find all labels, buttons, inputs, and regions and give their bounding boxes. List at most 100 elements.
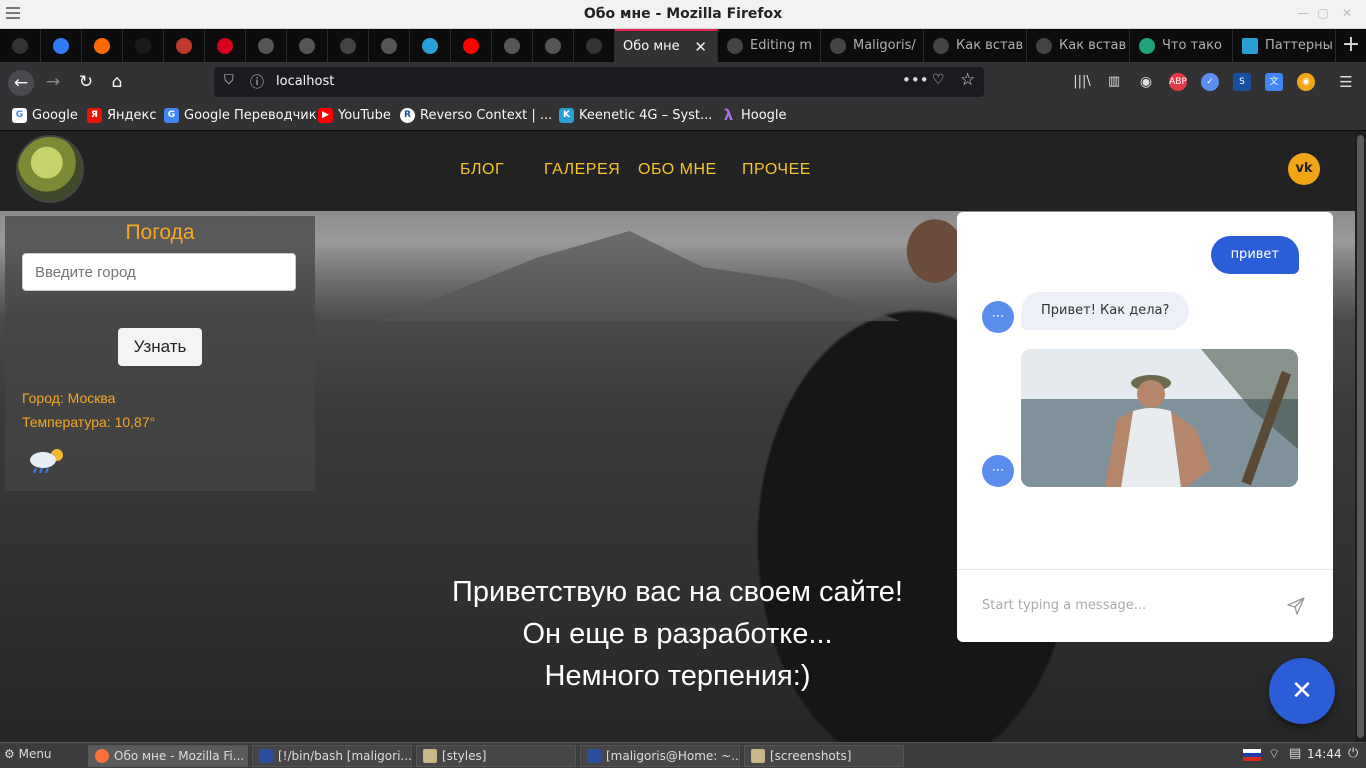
taskbar-item-terminal[interactable]: [!/bin/bash [maligori... — [252, 745, 412, 767]
bookmark-keenetic[interactable]: K Keenetic 4G – Syst... — [559, 108, 712, 123]
tab[interactable]: Maligoris/ — [822, 29, 924, 62]
russian-flag-icon[interactable] — [1243, 749, 1261, 761]
sidebar-icon[interactable]: ▥ — [1105, 73, 1123, 91]
taskbar-item-label: [screenshots] — [770, 749, 852, 763]
city-input[interactable] — [22, 253, 296, 291]
pinned-tab[interactable] — [287, 29, 328, 62]
temperature-label: Температура: — [22, 414, 111, 430]
scrollbar-thumb[interactable] — [1357, 135, 1364, 738]
nav-other[interactable]: ПРОЧЕЕ — [742, 161, 811, 179]
taskbar-item-screenshots[interactable]: [screenshots] — [744, 745, 904, 767]
star-icon — [422, 37, 438, 54]
bookmark-google-translate[interactable]: G Google Переводчик — [164, 108, 317, 123]
bookmark-label: Яндекс — [107, 108, 157, 123]
new-tab-button[interactable]: + — [1341, 34, 1361, 56]
url-text[interactable]: localhost — [276, 74, 334, 89]
url-bar[interactable]: ⛉ ⓘ localhost ••• ♡ ☆ — [214, 67, 984, 97]
nav-about[interactable]: ОБО МНЕ — [638, 161, 717, 179]
close-window-icon[interactable]: ✕ — [1340, 6, 1354, 20]
minimize-icon[interactable]: — — [1296, 6, 1310, 20]
taskbar-item-styles[interactable]: [styles] — [416, 745, 576, 767]
bookmark-google[interactable]: G Google — [12, 108, 78, 123]
pinned-tab[interactable] — [328, 29, 369, 62]
tab[interactable]: Как встав — [1028, 29, 1130, 62]
bookmark-hoogle[interactable]: λ Hoogle — [721, 108, 787, 124]
pinned-tab[interactable] — [410, 29, 451, 62]
clipboard-icon[interactable]: ▤ — [1289, 746, 1301, 761]
nav-blog[interactable]: БЛОГ — [460, 161, 504, 179]
tab-label: Что тако — [1162, 38, 1222, 53]
close-tab-icon[interactable]: ✕ — [694, 38, 707, 56]
bookmark-reverso[interactable]: R Reverso Context | ... — [400, 108, 552, 123]
start-menu-button[interactable]: ⚙ Menu — [4, 747, 52, 761]
taskbar-item-terminal-home[interactable]: [maligoris@Home: ~... — [580, 745, 740, 767]
info-icon[interactable]: ⓘ — [250, 72, 264, 92]
start-menu-label: Menu — [18, 747, 52, 761]
pinned-tab[interactable] — [164, 29, 205, 62]
maximize-icon[interactable]: ▢ — [1316, 6, 1330, 20]
bot-message-image[interactable] — [1021, 349, 1298, 487]
pinned-tab[interactable] — [205, 29, 246, 62]
tab[interactable]: Как встав — [925, 29, 1027, 62]
library-icon[interactable]: |||\ — [1073, 73, 1091, 91]
welcome-line-3: Немного терпения:) — [544, 660, 811, 692]
site-logo[interactable] — [16, 135, 84, 203]
bookmark-star-icon[interactable]: ☆ — [960, 70, 975, 90]
reload-button[interactable]: ↻ — [76, 72, 96, 92]
firefox-icon — [95, 749, 109, 763]
diamond-icon — [53, 37, 69, 54]
pinned-tab[interactable] — [369, 29, 410, 62]
volcano-shape — [380, 231, 900, 321]
bookmark-youtube[interactable]: ▶ YouTube — [318, 108, 391, 123]
g-icon — [135, 37, 151, 54]
wifi-icon[interactable]: ⌔ — [1268, 746, 1280, 762]
pinned-tab[interactable] — [82, 29, 123, 62]
pinned-tab[interactable] — [123, 29, 164, 62]
translate-icon[interactable]: 文 — [1265, 73, 1283, 91]
tab-active[interactable]: Обо мне ✕ — [615, 29, 718, 62]
youtube-icon — [463, 37, 479, 54]
tab[interactable]: Паттерны — [1234, 29, 1336, 62]
clock[interactable]: 14:44 — [1307, 747, 1342, 761]
bot-avatar-icon: ⋯ — [982, 301, 1014, 333]
yandex-icon: Я — [87, 108, 102, 123]
extension-s-icon[interactable]: S — [1233, 73, 1251, 91]
rain-cloud-sun-icon — [30, 449, 63, 474]
pinned-tab[interactable] — [533, 29, 574, 62]
extension-eyes-icon[interactable]: ◉ — [1297, 73, 1315, 91]
home-button[interactable]: ⌂ — [107, 72, 127, 92]
bookmark-label: Google Переводчик — [184, 108, 317, 123]
pinned-tab[interactable] — [0, 29, 41, 62]
taskbar-item-firefox[interactable]: Обо мне - Mozilla Fi... — [88, 745, 248, 767]
bookmark-label: YouTube — [338, 108, 391, 123]
chat-message-input[interactable]: Start typing a message... — [982, 598, 1146, 613]
pinned-tab[interactable] — [246, 29, 287, 62]
tab[interactable]: Что тако — [1131, 29, 1233, 62]
chat-close-button[interactable]: ✕ — [1269, 658, 1335, 724]
forward-button[interactable]: → — [43, 72, 63, 92]
account-icon[interactable]: ◉ — [1137, 73, 1155, 91]
power-icon[interactable]: ⏻ — [1348, 746, 1358, 761]
tab-label: Maligoris/ — [853, 38, 916, 53]
page-scrollbar[interactable] — [1355, 131, 1366, 742]
back-button[interactable]: ← — [8, 70, 34, 96]
vk-icon[interactable]: vk — [1288, 153, 1320, 185]
shield-icon[interactable]: ⛉ — [224, 73, 234, 88]
more-actions-icon[interactable]: ••• — [902, 71, 929, 89]
tab[interactable]: Editing m — [719, 29, 821, 62]
pinned-tab[interactable] — [451, 29, 492, 62]
hamburger-menu-icon[interactable]: ☰ — [1337, 73, 1355, 91]
pinned-tab[interactable] — [41, 29, 82, 62]
send-icon[interactable] — [1287, 597, 1305, 615]
bookmark-yandex[interactable]: Я Яндекс — [87, 108, 157, 123]
globe-icon — [504, 37, 520, 54]
nav-gallery[interactable]: ГАЛЕРЕЯ — [544, 161, 620, 179]
pinned-tab[interactable] — [574, 29, 615, 62]
check-weather-button[interactable]: Узнать — [118, 328, 202, 366]
pocket-icon[interactable]: ♡ — [932, 72, 945, 88]
globe-icon — [381, 37, 397, 54]
pinned-tab[interactable] — [492, 29, 533, 62]
city-label: Город: — [22, 390, 64, 406]
adblock-icon[interactable]: ABP — [1169, 73, 1187, 91]
extension-icon[interactable]: ✓ — [1201, 73, 1219, 91]
